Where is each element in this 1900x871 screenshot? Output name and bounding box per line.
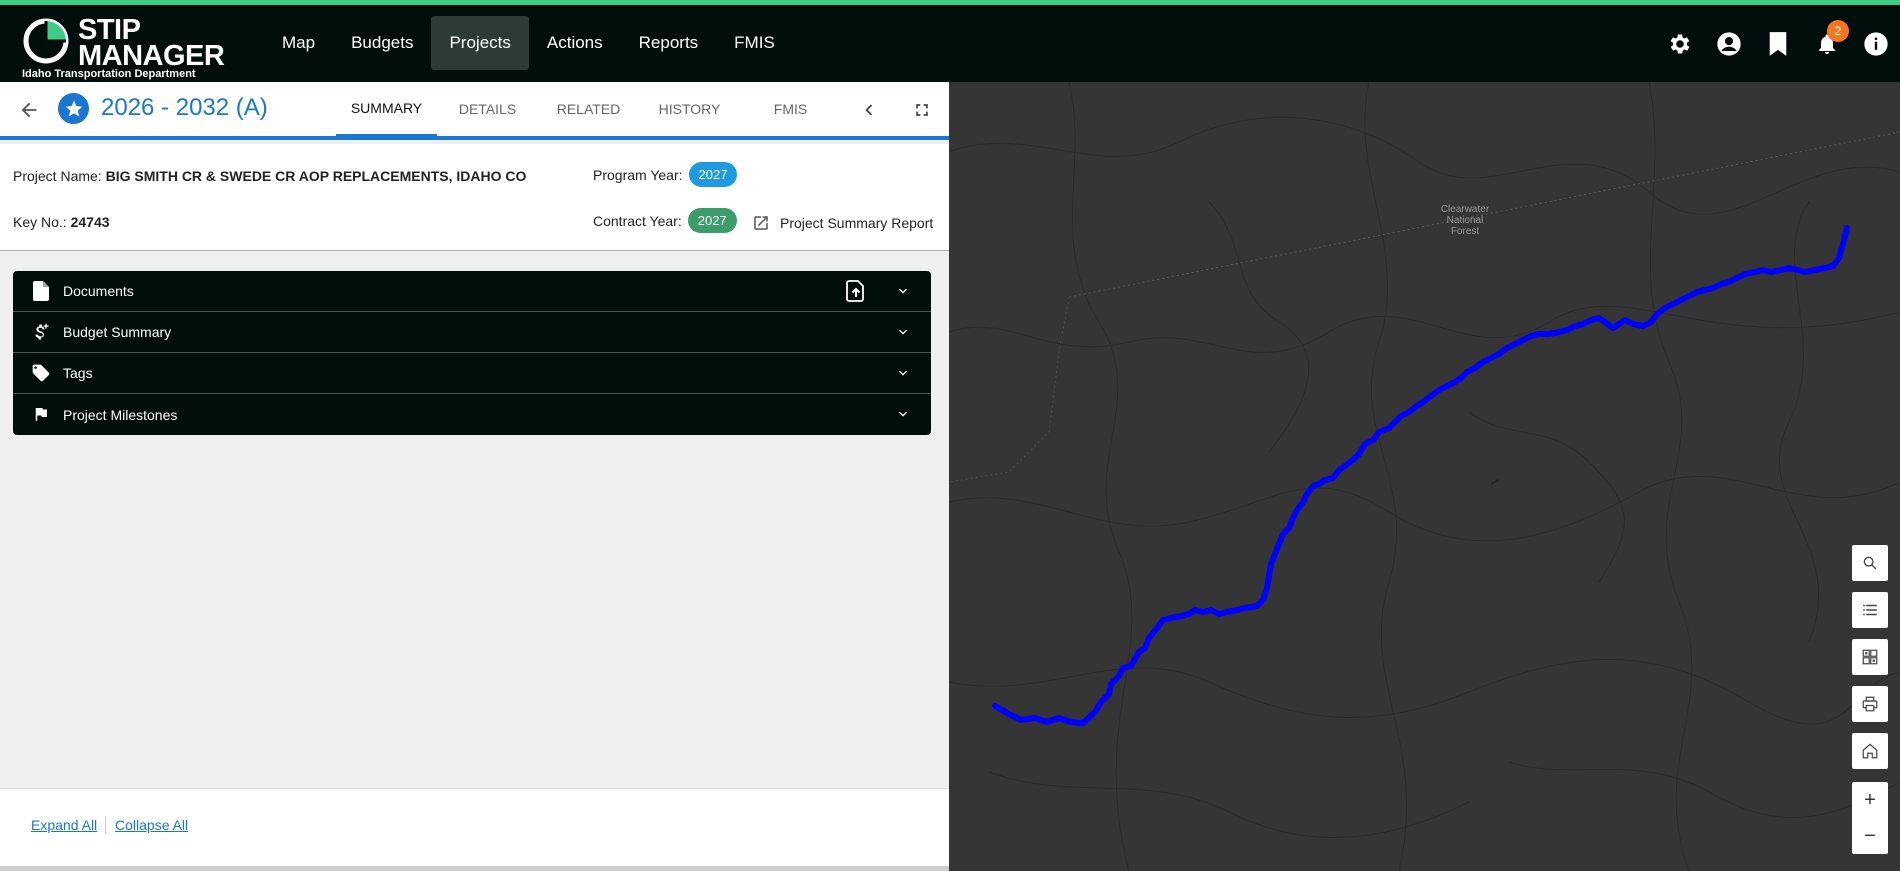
chevron-down-icon[interactable] (895, 406, 911, 427)
map-label-line1: Clearwater (1440, 204, 1490, 215)
account-circle-icon[interactable] (1715, 30, 1743, 58)
nav-map[interactable]: Map (264, 16, 333, 70)
open-in-new-icon (754, 216, 768, 230)
map-place-label: Clearwater National Forest (1425, 204, 1505, 237)
project-title: 2026 - 2032 (A) (101, 94, 268, 121)
app-logo[interactable]: STIP MANAGER Idaho Transportation Depart… (20, 13, 225, 81)
collapse-all-link[interactable]: Collapse All (115, 817, 188, 833)
upload-file-icon[interactable] (846, 280, 866, 307)
accordion-documents[interactable]: Documents (13, 271, 931, 312)
info-icon[interactable] (1862, 30, 1890, 58)
notifications-bell-icon[interactable]: 2 (1813, 20, 1849, 58)
nav-projects[interactable]: Projects (431, 16, 529, 70)
project-detail-panel: 2026 - 2032 (A) SUMMARY DETAILS RELATED … (0, 82, 949, 871)
file-icon (31, 281, 51, 301)
map-toolbar (1852, 545, 1888, 780)
project-info-card: Project Name: BIG SMITH CR & SWEDE CR AO… (0, 144, 949, 251)
project-name-label: Project Name: (13, 168, 102, 184)
project-name-value: BIG SMITH CR & SWEDE CR AOP REPLACEMENTS… (105, 168, 527, 184)
accordion-project-milestones-label: Project Milestones (63, 406, 178, 423)
notification-count-badge: 2 (1827, 20, 1849, 42)
map-dotted-boundary-2 (949, 296, 1070, 483)
map-view[interactable]: Clearwater National Forest (949, 82, 1900, 871)
key-no-value: 24743 (70, 214, 110, 230)
map-small-feature (1490, 479, 1500, 485)
tabs-scroll-left-chevron-icon[interactable] (858, 99, 880, 126)
footer-divider (105, 816, 106, 834)
accordion-budget-summary[interactable]: Budget Summary (13, 312, 931, 353)
accordion-budget-summary-label: Budget Summary (63, 324, 172, 340)
logo-text-manager: MANAGER (78, 40, 225, 72)
logo-subtitle: Idaho Transportation Department (22, 68, 196, 80)
expand-all-link[interactable]: Expand All (31, 817, 97, 833)
map-label-line2: National (1446, 215, 1484, 226)
map-boundaries (949, 82, 1900, 871)
main-menu: Map Budgets Projects Actions Reports FMI… (264, 16, 793, 70)
tab-history[interactable]: HISTORY (639, 82, 740, 136)
chevron-down-icon[interactable] (895, 365, 911, 386)
map-label-line3: Forest (1450, 226, 1480, 237)
contract-year-label: Contract Year: (593, 212, 682, 229)
program-year-label: Program Year: (593, 166, 683, 183)
accordion-tags[interactable]: Tags (13, 353, 931, 394)
settings-gear-icon[interactable] (1666, 30, 1694, 58)
key-no-label: Key No.: (13, 214, 67, 230)
tab-details[interactable]: DETAILS (437, 82, 538, 136)
key-no-row: Key No.: 24743 (13, 214, 110, 230)
program-year-row: Program Year: 2027 (593, 162, 738, 187)
back-arrow-icon[interactable] (18, 99, 40, 126)
map-home-icon[interactable] (1852, 733, 1888, 769)
project-detail-header: 2026 - 2032 (A) SUMMARY DETAILS RELATED … (0, 82, 949, 140)
map-search-icon[interactable] (1852, 545, 1888, 581)
tab-summary[interactable]: SUMMARY (336, 82, 437, 136)
nav-fmis[interactable]: FMIS (716, 16, 793, 70)
zoom-in-plus-icon[interactable]: + (1852, 782, 1888, 818)
accordion-documents-label: Documents (63, 283, 134, 299)
project-summary-report-label: Project Summary Report (780, 215, 934, 231)
map-zoom-control: + − (1852, 782, 1888, 854)
tag-icon (31, 363, 51, 383)
bookmark-icon[interactable] (1764, 30, 1792, 58)
contract-year-badge: 2027 (687, 208, 737, 233)
program-year-badge: 2027 (688, 162, 738, 187)
panel-footer: Expand All Collapse All (0, 788, 949, 868)
chevron-down-icon[interactable] (895, 283, 911, 304)
logo-pie-icon (23, 18, 69, 64)
contract-year-row: Contract Year: 2027 (593, 208, 737, 233)
favorite-star-icon[interactable] (58, 93, 89, 124)
tab-fmis[interactable]: FMIS (740, 82, 841, 136)
section-accordion: Documents Budget Summary Tags Project Mi… (13, 271, 931, 435)
nav-budgets[interactable]: Budgets (333, 16, 431, 70)
map-basemap-gallery-icon[interactable] (1852, 639, 1888, 675)
project-name-row: Project Name: BIG SMITH CR & SWEDE CR AO… (13, 168, 526, 184)
project-route-line (992, 225, 1850, 726)
dollar-icon (31, 322, 51, 342)
chevron-down-icon[interactable] (895, 324, 911, 345)
detail-tabs: SUMMARY DETAILS RELATED HISTORY FMIS (336, 82, 841, 136)
accordion-tags-label: Tags (63, 365, 93, 381)
fullscreen-icon[interactable] (912, 100, 932, 125)
nav-reports[interactable]: Reports (621, 16, 717, 70)
accordion-project-milestones[interactable]: Project Milestones (13, 394, 931, 435)
nav-icon-group: 2 (1666, 20, 1890, 58)
zoom-out-minus-icon[interactable]: − (1852, 818, 1888, 854)
project-summary-report-link[interactable]: Project Summary Report (752, 214, 933, 232)
top-navbar: STIP MANAGER Idaho Transportation Depart… (0, 5, 1900, 82)
map-layer-list-icon[interactable] (1852, 592, 1888, 628)
flag-icon (31, 404, 51, 424)
map-print-icon[interactable] (1852, 686, 1888, 722)
panel-bottom-scrollbar[interactable] (0, 866, 949, 871)
nav-actions[interactable]: Actions (529, 16, 621, 70)
tab-related[interactable]: RELATED (538, 82, 639, 136)
map-canvas[interactable] (949, 82, 1900, 871)
